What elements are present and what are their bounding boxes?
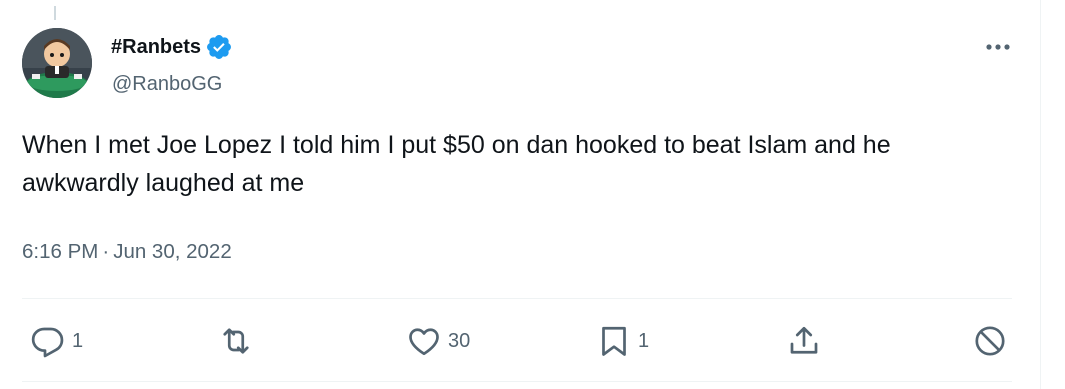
share-icon — [790, 326, 818, 354]
divider-bottom — [22, 381, 1012, 382]
timestamp-separator: · — [102, 240, 110, 263]
verified-badge-icon — [205, 33, 233, 61]
bookmark-count: 1 — [638, 330, 650, 352]
more-options-button[interactable] — [980, 30, 1016, 64]
more-dots-icon — [986, 44, 1010, 50]
like-count: 30 — [448, 330, 471, 352]
share-button[interactable] — [786, 321, 822, 361]
tweet-text: When I met Joe Lopez I told him I put $5… — [22, 131, 898, 197]
reply-count: 1 — [72, 330, 84, 352]
tweet-date[interactable]: Jun 30, 2022 — [113, 240, 232, 263]
tweet-time[interactable]: 6:16 PM — [22, 240, 98, 263]
timeline-border — [1040, 0, 1041, 389]
author-name-row[interactable]: #Ranbets — [111, 34, 233, 60]
block-button[interactable] — [972, 321, 1008, 361]
thread-connector-line — [54, 6, 56, 20]
retweet-button[interactable] — [218, 321, 254, 361]
bookmark-button[interactable]: 1 — [596, 321, 649, 361]
block-icon — [975, 326, 1005, 356]
like-button[interactable]: 30 — [406, 321, 470, 361]
heart-icon — [409, 328, 439, 356]
reply-button[interactable]: 1 — [30, 321, 83, 361]
display-name[interactable]: #Ranbets — [111, 34, 201, 60]
reply-icon — [31, 327, 64, 358]
bookmark-icon — [602, 326, 626, 356]
avatar[interactable] — [22, 28, 92, 98]
tweet-timestamp[interactable]: 6:16 PM · Jun 30, 2022 — [22, 238, 232, 266]
avatar-image — [22, 28, 92, 98]
author-handle[interactable]: @RanboGG — [112, 71, 222, 97]
retweet-icon — [223, 328, 249, 354]
divider-top — [22, 298, 1012, 299]
